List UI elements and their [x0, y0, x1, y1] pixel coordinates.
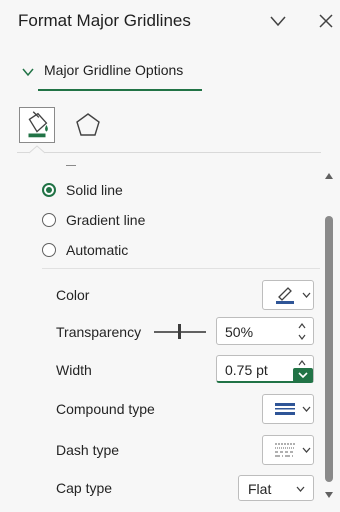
dash-type-label: Dash type — [56, 442, 120, 458]
clipped-item — [66, 165, 76, 166]
spin-down-button[interactable] — [293, 368, 313, 382]
dropdown-arrow-icon — [302, 447, 311, 453]
pentagon-icon — [76, 113, 100, 136]
spin-down-icon — [298, 372, 308, 379]
radio-automatic[interactable]: Automatic — [42, 240, 128, 260]
pane-title: Format Major Gridlines — [18, 11, 191, 30]
compound-lines-icon — [275, 403, 295, 415]
radio-gradient-line[interactable]: Gradient line — [42, 210, 145, 230]
radio-label: Gradient line — [66, 212, 146, 228]
compound-type-button[interactable] — [262, 394, 314, 424]
spin-up-icon[interactable] — [295, 321, 309, 331]
close-icon[interactable] — [318, 13, 334, 29]
transparency-slider-thumb[interactable] — [178, 324, 181, 339]
color-picker-button[interactable] — [262, 280, 314, 310]
dropdown-arrow-icon — [302, 292, 311, 298]
radio-label: Automatic — [66, 242, 129, 258]
divider — [42, 268, 320, 269]
dash-lines-icon — [275, 443, 295, 457]
radio-label: Solid line — [66, 182, 123, 198]
scroll-thumb[interactable] — [325, 216, 333, 482]
tab-effects[interactable] — [70, 107, 106, 143]
radio-solid-line[interactable]: Solid line — [42, 180, 123, 200]
width-spinner[interactable]: 0.75 pt — [216, 355, 314, 383]
section-underline — [38, 89, 202, 91]
dash-type-button[interactable] — [262, 435, 314, 465]
scroll-up-arrow-icon[interactable] — [324, 172, 334, 180]
section-header-major-gridline-options[interactable]: Major Gridline Options — [44, 62, 183, 78]
transparency-spinner[interactable]: 50% — [216, 317, 314, 345]
cap-type-select[interactable]: Flat — [238, 475, 314, 501]
compound-type-label: Compound type — [56, 401, 155, 417]
radio-button[interactable] — [42, 183, 56, 197]
dropdown-arrow-icon — [296, 486, 305, 492]
chevron-down-icon[interactable] — [268, 11, 288, 31]
transparency-value[interactable]: 50% — [225, 324, 253, 340]
pen-color-icon — [276, 287, 294, 304]
tab-fill-line[interactable] — [19, 107, 55, 143]
section-chevron-icon[interactable] — [22, 67, 34, 77]
radio-button[interactable] — [42, 243, 56, 257]
color-label: Color — [56, 287, 90, 303]
spin-up-icon[interactable] — [295, 358, 309, 368]
cap-type-label: Cap type — [56, 480, 113, 496]
paint-bucket-icon — [28, 111, 48, 138]
tab-divider — [17, 152, 321, 153]
cap-type-value: Flat — [248, 481, 272, 497]
scroll-down-arrow-icon[interactable] — [324, 491, 334, 499]
dropdown-arrow-icon — [302, 406, 311, 412]
spin-down-icon[interactable] — [295, 332, 309, 342]
width-value[interactable]: 0.75 pt — [225, 362, 268, 378]
radio-button[interactable] — [42, 213, 56, 227]
width-label: Width — [56, 362, 92, 378]
tab-pointer — [29, 145, 45, 154]
transparency-label: Transparency — [56, 324, 142, 340]
